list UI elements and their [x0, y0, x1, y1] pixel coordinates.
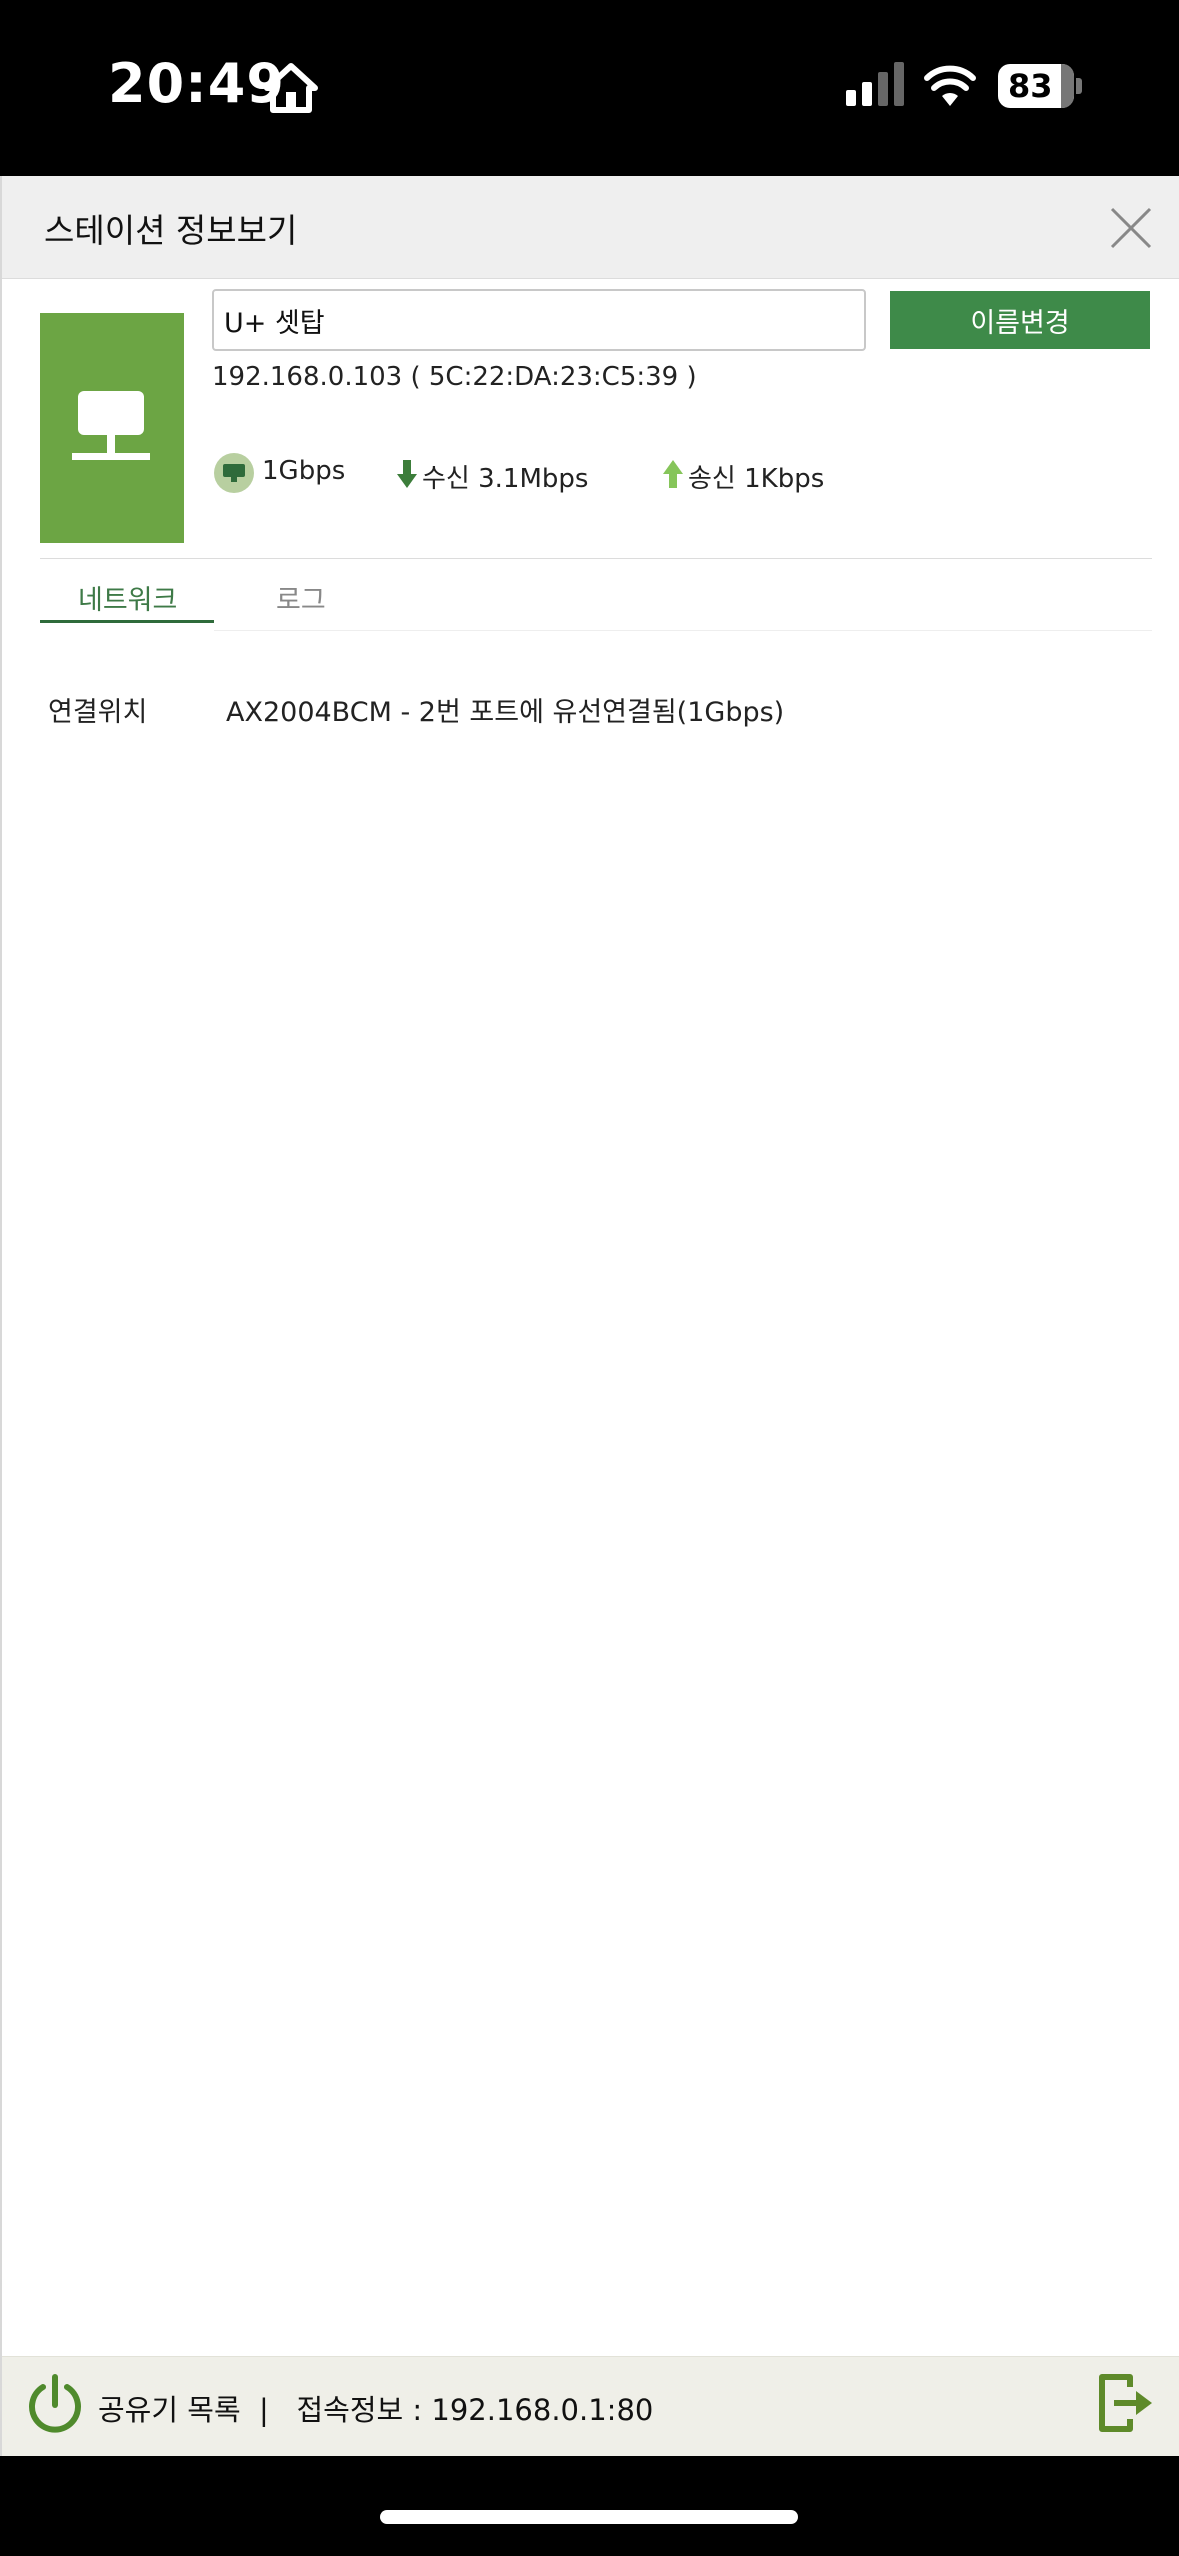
title-bar: 스테이션 정보보기 — [2, 176, 1179, 279]
connection-location-label: 연결위치 — [48, 697, 148, 728]
active-tab-indicator — [40, 620, 214, 623]
divider — [40, 558, 1152, 559]
exit-icon[interactable] — [1096, 2373, 1156, 2433]
wifi-icon — [924, 65, 976, 106]
tab-log-label: 로그 — [276, 585, 326, 616]
connection-location-value: AX2004BCM - 2번 포트에 유선연결됨(1Gbps) — [226, 697, 785, 728]
station-info-screen: 스테이션 정보보기 이름변경 192.168.0.103 ( 5C:22:DA:… — [0, 176, 1179, 2457]
home-indicator[interactable] — [380, 2510, 798, 2524]
tab-network[interactable]: 네트워크 — [40, 562, 214, 624]
power-icon[interactable] — [26, 2373, 84, 2435]
router-list-connection-info[interactable]: 공유기 목록 | 접속정보 : 192.168.0.1:80 — [98, 2387, 653, 2429]
ip-mac-address: 192.168.0.103 ( 5C:22:DA:23:C5:39 ) — [212, 362, 697, 392]
link-speed: 1Gbps — [262, 456, 346, 486]
ethernet-icon — [214, 453, 254, 493]
close-icon[interactable] — [1108, 205, 1154, 251]
tab-divider — [214, 630, 1152, 631]
page-title: 스테이션 정보보기 — [44, 211, 298, 250]
desktop-computer-icon — [72, 391, 150, 460]
battery-level: 83 — [1008, 67, 1053, 105]
upload-arrow-icon — [663, 460, 683, 488]
status-bar: 20:49 83 — [0, 0, 1179, 176]
home-indicator-area — [0, 2456, 1179, 2556]
upload-rate: 송신 1Kbps — [688, 464, 825, 494]
download-arrow-icon — [397, 460, 417, 488]
footer-bar: 공유기 목록 | 접속정보 : 192.168.0.1:80 — [2, 2356, 1179, 2457]
device-name-input[interactable] — [212, 289, 866, 351]
download-rate: 수신 3.1Mbps — [422, 464, 589, 494]
home-icon — [264, 63, 318, 113]
status-time: 20:49 — [108, 52, 285, 115]
battery-indicator: 83 — [998, 64, 1082, 108]
tab-log[interactable]: 로그 — [252, 562, 352, 624]
tab-network-label: 네트워크 — [78, 585, 178, 616]
rename-button[interactable]: 이름변경 — [890, 291, 1150, 349]
cellular-signal-icon — [846, 62, 904, 106]
device-type-tile — [40, 313, 184, 543]
